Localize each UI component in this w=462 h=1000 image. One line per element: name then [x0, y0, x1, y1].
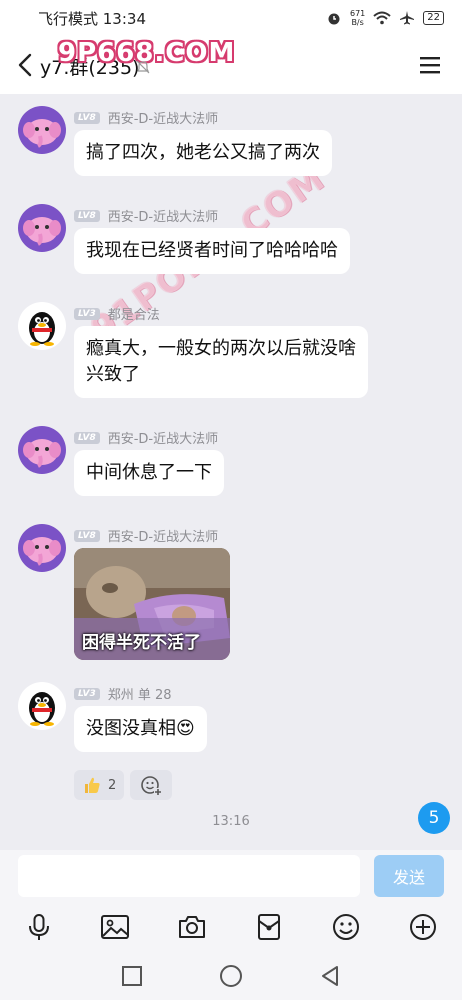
home-circle-icon[interactable] — [219, 964, 243, 988]
battery-level: 22 — [423, 11, 444, 25]
elephant-avatar[interactable] — [18, 426, 66, 474]
elephant-avatar[interactable] — [18, 524, 66, 572]
message-text-line: 兴致了 — [86, 364, 140, 385]
emoji-icon[interactable] — [331, 912, 361, 942]
image-icon[interactable] — [100, 912, 130, 942]
image-message[interactable]: 困得半死不活了 — [74, 548, 230, 660]
add-emoji-icon — [141, 776, 163, 796]
back-arrow-icon[interactable] — [14, 51, 38, 79]
message-text-line: 瘾真大，一般女的两次以后就没啥 — [86, 338, 356, 359]
sender-name[interactable]: 西安-D-近战大法师 — [108, 206, 218, 225]
penguin-avatar[interactable] — [18, 302, 66, 350]
message-bubble[interactable]: 中间休息了一下 — [74, 450, 224, 496]
elephant-avatar[interactable] — [18, 204, 66, 252]
level-badge: LV8 — [74, 431, 100, 444]
elephant-avatar[interactable] — [18, 106, 66, 154]
message-bubble[interactable]: 搞了四次，她老公又搞了两次 — [74, 130, 332, 176]
net-speed-value: 671 — [349, 9, 366, 18]
back-triangle-icon[interactable] — [318, 964, 342, 988]
time-divider: 13:16 — [212, 814, 250, 829]
level-badge: LV3 — [74, 307, 100, 320]
level-badge: LV3 — [74, 687, 100, 700]
status-left-text: 飞行模式 13:34 — [38, 9, 146, 28]
system-nav-bar — [0, 952, 462, 1000]
penguin-avatar[interactable] — [18, 682, 66, 730]
chat-area[interactable]: 91PORN.COM LV8 西安-D-近战大法师 搞了四次，她老公又搞了两次 … — [0, 94, 462, 850]
net-speed-unit: B/s — [351, 18, 364, 27]
message-input[interactable] — [18, 855, 360, 897]
reaction-bar: 2 — [74, 770, 173, 800]
message-bubble[interactable]: 我现在已经贤者时间了哈哈哈哈 — [74, 228, 350, 274]
unread-count-badge[interactable]: 5 — [418, 802, 450, 834]
chat-header: y7.群(235) 9P668.COM — [0, 36, 462, 94]
message-bubble[interactable]: 没图没真相😍 — [74, 706, 207, 752]
add-reaction-button[interactable] — [130, 770, 173, 800]
sender-name[interactable]: 都是合法 — [108, 304, 160, 323]
alarm-icon — [328, 13, 340, 25]
thumbs-up-icon — [85, 777, 100, 793]
menu-icon[interactable] — [418, 53, 442, 77]
sender-name[interactable]: 西安-D-近战大法师 — [108, 428, 218, 447]
message-meta: LV8 西安-D-近战大法师 — [74, 108, 218, 127]
sender-name[interactable]: 郑州 单 28 — [108, 684, 172, 703]
input-toolbar — [0, 902, 462, 952]
send-button[interactable]: 发送 — [374, 855, 444, 897]
image-caption: 困得半死不活了 — [82, 633, 201, 653]
message-meta: LV8 西安-D-近战大法师 — [74, 428, 218, 447]
message-meta: LV8 西安-D-近战大法师 — [74, 206, 218, 225]
microphone-icon[interactable] — [24, 912, 54, 942]
mute-icon — [136, 60, 150, 74]
thumbs-up-count: 2 — [108, 777, 117, 793]
message-bubble[interactable]: 瘾真大，一般女的两次以后就没啥 兴致了 — [74, 326, 368, 398]
camera-icon[interactable] — [177, 912, 207, 942]
level-badge: LV8 — [74, 529, 100, 542]
message-meta: LV3 都是合法 — [74, 304, 160, 323]
sender-name[interactable]: 西安-D-近战大法师 — [108, 526, 218, 545]
net-speed: 671 B/s — [350, 9, 365, 27]
sender-name[interactable]: 西安-D-近战大法师 — [108, 108, 218, 127]
wifi-icon — [373, 11, 391, 25]
message-meta: LV3 郑州 单 28 — [74, 684, 172, 703]
message-meta: LV8 西安-D-近战大法师 — [74, 526, 218, 545]
level-badge: LV8 — [74, 209, 100, 222]
thumbs-up-reaction[interactable]: 2 — [74, 770, 125, 800]
input-bar: 发送 — [0, 850, 462, 902]
airplane-icon — [400, 11, 415, 25]
red-packet-icon[interactable] — [254, 912, 284, 942]
plus-circle-icon[interactable] — [408, 912, 438, 942]
level-badge: LV8 — [74, 111, 100, 124]
recents-square-icon[interactable] — [120, 964, 144, 988]
status-bar: 飞行模式 13:34 671 B/s 22 — [0, 0, 462, 36]
status-icons: 671 B/s 22 — [326, 9, 444, 27]
